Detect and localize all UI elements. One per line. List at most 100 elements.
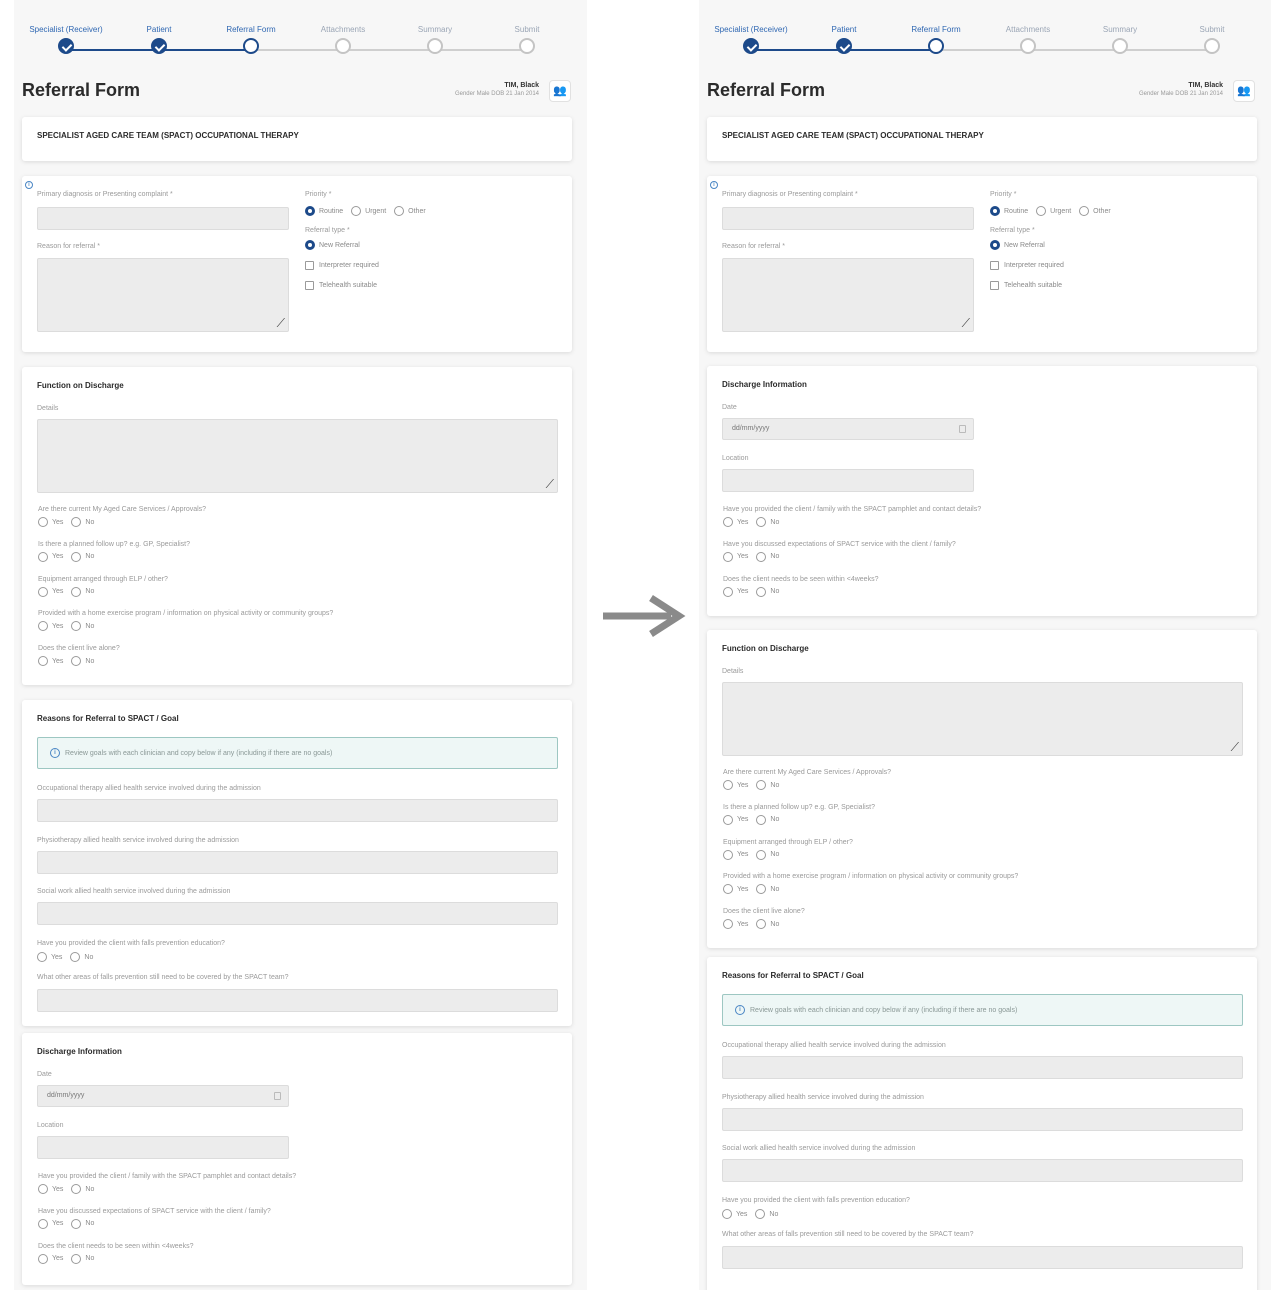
no-radio-option[interactable]: No (755, 1209, 778, 1219)
step-submit[interactable]: Submit (481, 24, 573, 54)
ot-service-input[interactable] (37, 799, 558, 822)
no-radio[interactable] (71, 656, 82, 667)
no-radio[interactable] (71, 551, 82, 562)
step-patient[interactable]: Patient (798, 24, 890, 54)
priority-radio[interactable] (1079, 206, 1090, 216)
priority-radio[interactable] (1036, 206, 1047, 216)
step-submit[interactable]: Submit (1166, 24, 1258, 54)
no-radio[interactable] (756, 919, 767, 930)
no-radio-option[interactable]: No (71, 1218, 94, 1229)
priority-radio[interactable] (990, 206, 1000, 216)
yes-radio[interactable] (38, 1253, 48, 1264)
yes-radio-option[interactable]: Yes (723, 780, 748, 790)
no-radio-option[interactable]: No (756, 586, 779, 597)
no-radio[interactable] (756, 586, 767, 597)
yes-radio-option[interactable]: Yes (723, 586, 748, 597)
yes-radio-option[interactable]: Yes (38, 1253, 63, 1264)
step-patient[interactable]: Patient (113, 24, 205, 54)
yes-radio[interactable] (38, 517, 48, 527)
no-radio[interactable] (755, 1209, 766, 1219)
yes-radio[interactable] (38, 586, 48, 597)
no-radio-option[interactable]: No (756, 884, 779, 895)
no-radio[interactable] (71, 517, 82, 527)
yes-radio[interactable] (38, 656, 48, 667)
no-radio-option[interactable]: No (71, 586, 94, 597)
priority-radio[interactable] (351, 206, 362, 216)
yes-radio[interactable] (722, 1209, 732, 1219)
no-radio-option[interactable]: No (756, 517, 779, 527)
resize-handle-icon[interactable]: ⟋ (277, 317, 285, 329)
telehealth-checkbox-row[interactable]: Telehealth suitable (990, 281, 1062, 290)
yes-radio-option[interactable]: Yes (37, 952, 62, 962)
people-icon[interactable]: 👥 (1233, 80, 1255, 102)
yes-radio-option[interactable]: Yes (723, 551, 748, 562)
no-radio-option[interactable]: No (71, 551, 94, 562)
no-radio-option[interactable]: No (756, 919, 779, 930)
location-input[interactable] (722, 469, 974, 492)
yes-radio[interactable] (723, 884, 733, 895)
no-radio[interactable] (71, 1253, 82, 1264)
new-referral-radio[interactable] (990, 240, 1000, 250)
step-specialist-receiver[interactable]: Specialist (Receiver) (20, 24, 112, 54)
ot-service-input[interactable] (722, 1056, 1243, 1079)
no-radio-option[interactable]: No (71, 517, 94, 527)
reason-textarea[interactable]: ⟋ (37, 258, 289, 332)
no-radio-option[interactable]: No (756, 814, 779, 825)
calendar-icon[interactable] (959, 425, 966, 433)
yes-radio-option[interactable]: Yes (723, 517, 748, 527)
resize-handle-icon[interactable]: ⟋ (1231, 741, 1239, 753)
priority-option[interactable]: Urgent (351, 206, 386, 216)
no-radio[interactable] (756, 814, 767, 825)
priority-radio[interactable] (394, 206, 405, 216)
priority-option[interactable]: Urgent (1036, 206, 1071, 216)
yes-radio-option[interactable]: Yes (723, 849, 748, 860)
yes-radio[interactable] (723, 551, 733, 562)
info-icon[interactable]: i (710, 180, 718, 189)
yes-radio[interactable] (37, 952, 47, 962)
no-radio-option[interactable]: No (71, 1253, 94, 1264)
primary-diagnosis-input[interactable] (722, 207, 974, 230)
yes-radio-option[interactable]: Yes (38, 586, 63, 597)
no-radio-option[interactable]: No (756, 849, 779, 860)
yes-radio-option[interactable]: Yes (723, 814, 748, 825)
physio-service-input[interactable] (37, 850, 558, 874)
no-radio[interactable] (756, 849, 767, 860)
yes-radio-option[interactable]: Yes (38, 1218, 63, 1229)
yes-radio[interactable] (38, 621, 48, 632)
primary-diagnosis-input[interactable] (37, 207, 289, 230)
interpreter-checkbox-row[interactable]: Interpreter required (990, 261, 1064, 270)
physio-service-input[interactable] (722, 1107, 1243, 1131)
step-summary[interactable]: Summary (389, 24, 481, 54)
date-input[interactable]: dd/mm/yyyy (37, 1085, 289, 1107)
new-referral-option[interactable]: New Referral (990, 240, 1045, 250)
falls-areas-input[interactable] (722, 1246, 1243, 1269)
yes-radio[interactable] (723, 517, 733, 527)
no-radio[interactable] (756, 551, 767, 562)
priority-option[interactable]: Routine (990, 206, 1028, 216)
step-summary[interactable]: Summary (1074, 24, 1166, 54)
falls-areas-input[interactable] (37, 989, 558, 1012)
details-textarea[interactable]: ⟋ (37, 419, 558, 493)
calendar-icon[interactable] (274, 1092, 281, 1100)
new-referral-option[interactable]: New Referral (305, 240, 360, 250)
step-attachments[interactable]: Attachments (297, 24, 389, 54)
yes-radio[interactable] (723, 849, 733, 860)
yes-radio[interactable] (38, 551, 48, 562)
location-input[interactable] (37, 1136, 289, 1159)
resize-handle-icon[interactable]: ⟋ (962, 317, 970, 329)
social-work-service-input[interactable] (37, 902, 558, 926)
telehealth-checkbox[interactable] (990, 281, 999, 290)
priority-option[interactable]: Routine (305, 206, 343, 216)
no-radio-option[interactable]: No (70, 952, 93, 962)
yes-radio-option[interactable]: Yes (38, 1184, 63, 1194)
yes-radio[interactable] (723, 814, 733, 825)
step-specialist-receiver[interactable]: Specialist (Receiver) (705, 24, 797, 54)
yes-radio[interactable] (723, 919, 733, 930)
yes-radio[interactable] (723, 780, 733, 790)
no-radio[interactable] (756, 780, 767, 790)
yes-radio[interactable] (38, 1218, 48, 1229)
no-radio-option[interactable]: No (71, 656, 94, 667)
step-referral-form[interactable]: Referral Form (890, 24, 982, 54)
yes-radio-option[interactable]: Yes (723, 884, 748, 895)
step-attachments[interactable]: Attachments (982, 24, 1074, 54)
